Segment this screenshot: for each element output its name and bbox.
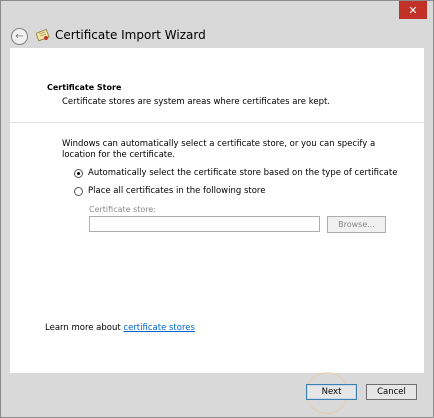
radio-label: Automatically select the certificate sto… (88, 168, 398, 178)
learn-more-text: Learn more about certificate stores (45, 323, 195, 333)
cancel-button[interactable]: Cancel (366, 384, 417, 400)
certificate-stores-link[interactable]: certificate stores (123, 323, 195, 333)
title-bar: ✕ ← Certificate Import Wizard (1, 1, 433, 48)
back-button[interactable]: ← (11, 28, 28, 45)
radio-place-in-store[interactable]: Place all certificates in the following … (74, 186, 265, 196)
certificate-store-field[interactable] (89, 216, 320, 232)
intro-text: Windows can automatically select a certi… (62, 139, 376, 160)
page-header: Certificate Store Certificate stores are… (10, 48, 424, 123)
browse-button[interactable]: Browse... (327, 216, 386, 233)
certificate-store-label: Certificate store: (89, 205, 157, 214)
close-button[interactable]: ✕ (399, 1, 427, 19)
radio-button[interactable] (74, 186, 83, 196)
wizard-window: ✕ ← Certificate Import Wizard Certificat… (0, 0, 434, 418)
next-button[interactable]: Next (306, 384, 357, 400)
radio-button-checked[interactable] (74, 168, 83, 178)
page-title: Certificate Store (47, 83, 122, 92)
page-description: Certificate stores are system areas wher… (62, 97, 331, 107)
wizard-page: Certificate Store Certificate stores are… (10, 48, 424, 373)
window-title: Certificate Import Wizard (55, 28, 206, 42)
back-arrow-icon: ← (15, 30, 24, 42)
certificate-icon (36, 29, 50, 42)
close-icon: ✕ (408, 3, 418, 17)
radio-label: Place all certificates in the following … (88, 186, 266, 196)
radio-auto-select[interactable]: Automatically select the certificate sto… (74, 168, 397, 178)
learn-more-prefix: Learn more about (45, 323, 124, 333)
